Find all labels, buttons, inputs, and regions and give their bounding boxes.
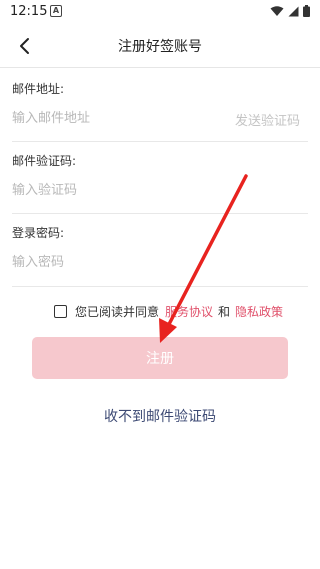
email-label: 邮件地址: xyxy=(12,82,65,96)
register-button[interactable]: 注册 xyxy=(32,337,288,379)
password-input[interactable] xyxy=(12,250,222,274)
wifi-icon xyxy=(270,5,284,16)
email-input[interactable] xyxy=(12,106,222,130)
agreement-row: 您已阅读并同意 服务协议 和 隐私政策 xyxy=(54,302,283,320)
page-title: 注册好签账号 xyxy=(118,39,202,55)
privacy-link[interactable]: 隐私政策 xyxy=(235,303,283,320)
app-notification-icon: A xyxy=(50,5,62,17)
signal-icon xyxy=(288,6,299,16)
code-label: 邮件验证码: xyxy=(12,154,77,168)
status-icons xyxy=(270,5,310,17)
status-bar: 12:15 A xyxy=(0,0,320,24)
email-divider xyxy=(12,141,308,142)
password-label: 登录密码: xyxy=(12,226,65,240)
agreement-and: 和 xyxy=(218,304,231,319)
no-code-link[interactable]: 收不到邮件验证码 xyxy=(0,406,320,426)
send-code-button[interactable]: 发送验证码 xyxy=(235,110,300,129)
code-input[interactable] xyxy=(12,178,222,202)
nav-bar: 注册好签账号 xyxy=(0,24,320,68)
status-time: 12:15 xyxy=(10,4,48,19)
header-divider xyxy=(0,67,320,68)
terms-link[interactable]: 服务协议 xyxy=(165,303,213,320)
agreement-text: 您已阅读并同意 xyxy=(75,304,160,319)
code-divider xyxy=(12,213,308,214)
password-divider xyxy=(12,286,308,287)
agreement-checkbox[interactable] xyxy=(54,304,67,318)
battery-icon xyxy=(303,5,310,17)
